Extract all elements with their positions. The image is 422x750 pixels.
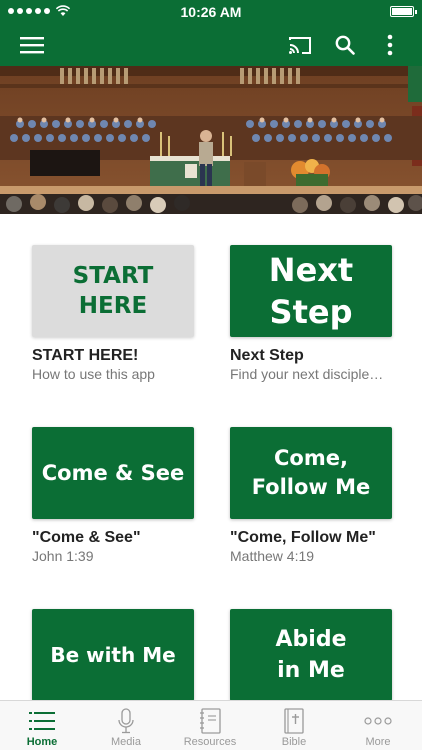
content-grid: START HERE START HERE! How to use this a… bbox=[0, 214, 422, 700]
card-subtitle: John 1:39 bbox=[32, 548, 94, 564]
tab-label: Resources bbox=[183, 736, 237, 748]
app-bar bbox=[0, 24, 422, 66]
card-be-with-me[interactable]: Be with Me bbox=[32, 609, 194, 700]
cast-icon bbox=[289, 37, 311, 54]
status-bar: 10:26 AM bbox=[0, 0, 422, 24]
card-subtitle: How to use this app bbox=[32, 366, 155, 382]
card-abide-in-me[interactable]: Abide in Me bbox=[230, 609, 392, 700]
card-title: Next Step bbox=[230, 347, 304, 364]
tab-media[interactable]: Media bbox=[84, 701, 168, 750]
card-tile[interactable]: Come, Follow Me bbox=[230, 427, 392, 519]
tile-text-line: START bbox=[72, 263, 154, 289]
tile-text-line: Step bbox=[269, 293, 353, 331]
card-next-step[interactable]: Next Step Next Step Find your next disci… bbox=[230, 245, 392, 382]
battery-icon bbox=[390, 6, 417, 17]
card-subtitle: Find your next discipleship step bbox=[230, 366, 390, 382]
tile-text-line: Be with Me bbox=[50, 643, 176, 667]
hero-banner-image bbox=[0, 66, 422, 214]
card-come-and-see[interactable]: Come & See "Come & See" John 1:39 bbox=[32, 427, 194, 564]
cast-button[interactable] bbox=[284, 29, 316, 61]
card-come-follow-me[interactable]: Come, Follow Me "Come, Follow Me" Matthe… bbox=[230, 427, 392, 564]
card-tile[interactable]: Come & See bbox=[32, 427, 194, 519]
list-icon bbox=[29, 712, 55, 730]
card-tile[interactable]: Be with Me bbox=[32, 609, 194, 700]
overflow-menu-button[interactable] bbox=[374, 29, 406, 61]
card-title: "Come & See" bbox=[32, 529, 141, 546]
tab-label: Media bbox=[111, 736, 141, 748]
menu-icon bbox=[20, 37, 44, 54]
tab-label: Home bbox=[26, 736, 58, 748]
microphone-icon bbox=[118, 708, 134, 734]
tab-label: More bbox=[365, 736, 391, 748]
tab-bible[interactable]: Bible bbox=[252, 701, 336, 750]
tile-text-line: Abide bbox=[275, 627, 347, 652]
more-vertical-icon bbox=[387, 34, 393, 56]
status-time: 10:26 AM bbox=[180, 4, 242, 20]
notebook-icon bbox=[200, 708, 221, 734]
tab-home[interactable]: Home bbox=[0, 701, 84, 750]
card-title: "Come, Follow Me" bbox=[230, 529, 376, 546]
search-button[interactable] bbox=[329, 29, 361, 61]
tile-text-line: Follow Me bbox=[251, 475, 371, 499]
card-tile[interactable]: START HERE bbox=[32, 245, 194, 337]
tab-label: Bible bbox=[281, 736, 307, 748]
tile-text-line: Next bbox=[268, 251, 354, 289]
tile-text-line: HERE bbox=[78, 293, 148, 319]
tile-text-line: Come & See bbox=[41, 461, 185, 485]
tab-resources[interactable]: Resources bbox=[168, 701, 252, 750]
tab-more[interactable]: More bbox=[336, 701, 420, 750]
tile-text-line: in Me bbox=[277, 658, 345, 683]
card-title: START HERE! bbox=[32, 347, 139, 364]
bible-icon bbox=[284, 708, 304, 734]
tile-text-line: Come, bbox=[274, 446, 348, 470]
more-horizontal-icon bbox=[364, 717, 392, 725]
card-start-here[interactable]: START HERE START HERE! How to use this a… bbox=[32, 245, 194, 382]
bottom-tab-bar: Home Media Resources Bible More bbox=[0, 700, 422, 750]
card-subtitle: Matthew 4:19 bbox=[230, 548, 315, 564]
menu-button[interactable] bbox=[16, 29, 48, 61]
search-icon bbox=[335, 35, 355, 55]
card-tile[interactable]: Next Step bbox=[230, 245, 392, 337]
card-tile[interactable]: Abide in Me bbox=[230, 609, 392, 700]
